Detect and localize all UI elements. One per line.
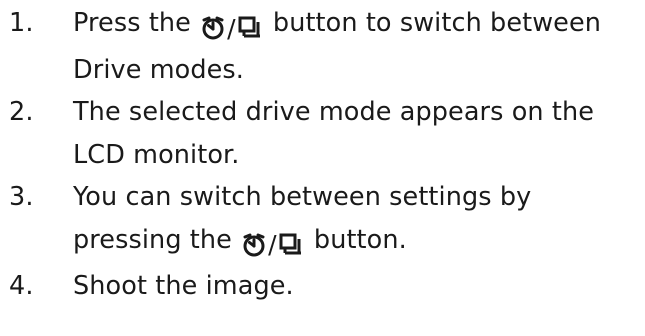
icon-separator: /	[227, 13, 236, 43]
step-text-after-icon: button.	[305, 224, 407, 255]
step-3: 3. You can switch between settings by pr…	[0, 176, 645, 265]
icon-separator: /	[268, 230, 277, 259]
step-text: The selected drive mode appears on the L…	[73, 97, 595, 170]
step-number: 2.	[9, 97, 34, 127]
self-timer-icon	[243, 233, 265, 256]
step-text: Press the / button to switch between Dri…	[73, 8, 601, 85]
instruction-steps: 1. Press the / button to switch between …	[0, 0, 645, 308]
continuous-shot-icon	[238, 16, 260, 38]
step-number: 4.	[9, 271, 34, 301]
step-2: 2. The selected drive mode appears on th…	[0, 91, 645, 176]
self-timer-continuous-icon: /	[200, 6, 263, 49]
self-timer-icon	[202, 16, 224, 40]
step-number: 1.	[9, 8, 34, 38]
continuous-shot-icon	[279, 233, 301, 254]
step-1: 1. Press the / button to switch between …	[0, 2, 645, 91]
self-timer-continuous-icon: /	[241, 223, 304, 266]
step-text-before-icon: Press the	[73, 8, 200, 38]
step-text: You can switch between settings by press…	[73, 182, 531, 257]
step-4: 4. Shoot the image.	[0, 265, 645, 308]
step-text: Shoot the image.	[73, 271, 294, 301]
step-number: 3.	[9, 182, 34, 212]
